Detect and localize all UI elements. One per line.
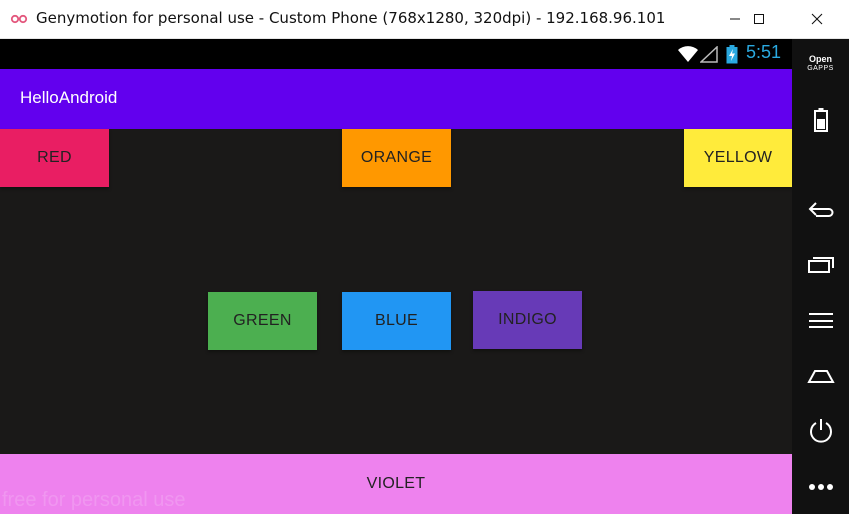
red-button[interactable]: RED xyxy=(0,129,109,187)
violet-button[interactable]: VIOLET xyxy=(0,454,792,514)
app-title: HelloAndroid xyxy=(20,88,118,107)
window-titlebar[interactable]: Genymotion for personal use - Custom Pho… xyxy=(0,0,849,39)
android-status-bar: 5:51 xyxy=(0,39,792,69)
more-options-icon[interactable] xyxy=(792,472,849,502)
phone-screen[interactable]: 5:51 HelloAndroid RED ORANGE YELLOW GREE… xyxy=(0,39,792,514)
window-title: Genymotion for personal use - Custom Pho… xyxy=(36,9,666,27)
orange-button[interactable]: ORANGE xyxy=(342,129,451,187)
blue-button[interactable]: BLUE xyxy=(342,292,451,350)
status-time: 5:51 xyxy=(746,42,782,62)
wifi-icon xyxy=(677,45,699,67)
green-button[interactable]: GREEN xyxy=(208,292,317,350)
yellow-button[interactable]: YELLOW xyxy=(684,129,792,187)
emulator-side-panel: Open GAPPS xyxy=(792,39,849,514)
close-icon[interactable] xyxy=(794,0,840,38)
signal-icon xyxy=(699,45,718,67)
opengapps-line1: Open xyxy=(808,54,832,64)
home-icon[interactable] xyxy=(792,362,849,392)
battery-charging-icon xyxy=(726,45,738,68)
opengapps-button[interactable]: Open GAPPS xyxy=(792,55,849,73)
indigo-button[interactable]: INDIGO xyxy=(473,291,582,349)
menu-icon[interactable] xyxy=(792,306,849,336)
back-icon[interactable] xyxy=(792,195,849,225)
genymotion-logo-icon xyxy=(10,11,28,25)
opengapps-line2: GAPPS xyxy=(807,65,834,72)
maximize-icon[interactable] xyxy=(736,0,782,38)
power-icon[interactable] xyxy=(792,416,849,446)
app-bar: HelloAndroid xyxy=(0,69,792,129)
battery-icon[interactable] xyxy=(792,105,849,135)
recent-apps-icon[interactable] xyxy=(792,250,849,280)
